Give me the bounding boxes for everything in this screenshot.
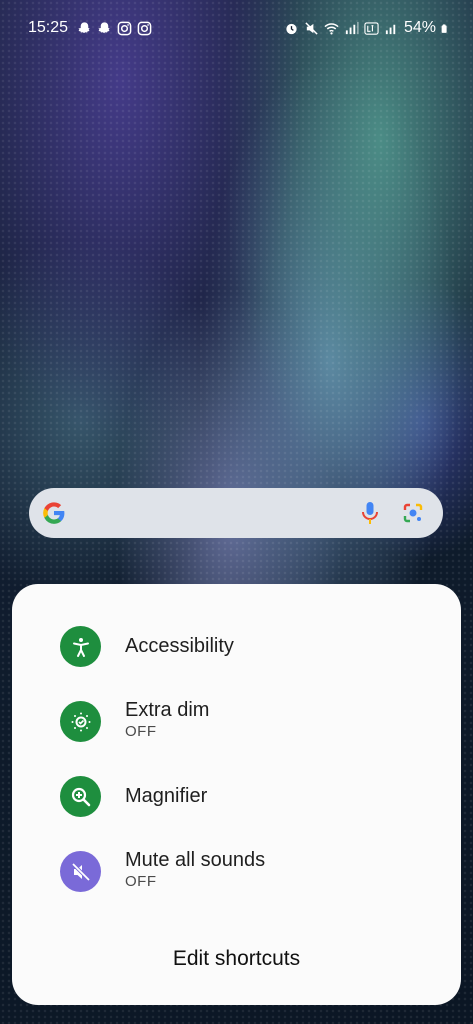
google-search-bar[interactable] bbox=[29, 488, 443, 538]
battery-icon bbox=[441, 23, 447, 33]
shortcut-title: Mute all sounds bbox=[125, 849, 266, 871]
microphone-icon[interactable] bbox=[359, 500, 381, 526]
mute-all-sounds-icon bbox=[60, 851, 101, 892]
shortcut-status: OFF bbox=[125, 723, 157, 740]
shortcut-title: Extra dim bbox=[125, 699, 210, 721]
accessibility-icon bbox=[60, 626, 101, 667]
snapchat-icon bbox=[78, 21, 90, 33]
shortcut-magnifier-text: Magnifier bbox=[125, 784, 207, 808]
snapchat-icon bbox=[98, 21, 110, 33]
shortcut-accessibility-text: Accessibility bbox=[125, 634, 234, 658]
wifi-icon bbox=[324, 22, 339, 34]
battery-percent: 54% bbox=[403, 19, 436, 36]
shortcut-accessibility[interactable]: Accessibility bbox=[12, 620, 461, 672]
status-left: 15:25 bbox=[28, 19, 152, 37]
shortcut-extra-dim[interactable]: Extra dim OFF bbox=[12, 694, 461, 750]
status-bar: 15:25 54% bbox=[0, 0, 473, 56]
volte-lte2-icon bbox=[364, 21, 379, 35]
shortcut-status: OFF bbox=[125, 873, 157, 890]
status-time: 15:25 bbox=[28, 19, 69, 36]
extra-dim-icon bbox=[60, 701, 101, 742]
google-lens-icon[interactable] bbox=[401, 501, 425, 525]
magnifier-icon bbox=[60, 776, 101, 817]
instagram-icon bbox=[117, 21, 132, 35]
accessibility-shortcuts-sheet: Accessibility Extra dim OFF Magnifier Mu… bbox=[12, 584, 461, 1005]
edit-shortcuts-button[interactable]: Edit shortcuts bbox=[12, 947, 461, 971]
status-right: 54% bbox=[284, 19, 451, 37]
signal-icon bbox=[345, 21, 359, 34]
instagram-icon bbox=[137, 21, 152, 35]
shortcut-title: Magnifier bbox=[125, 785, 208, 807]
google-logo-icon bbox=[43, 502, 65, 524]
mute-icon bbox=[305, 21, 318, 35]
shortcut-mute-all-sounds-text: Mute all sounds OFF bbox=[125, 848, 265, 892]
shortcut-title: Accessibility bbox=[125, 635, 234, 657]
signal-icon bbox=[385, 24, 396, 34]
alarm-icon bbox=[286, 23, 297, 34]
shortcut-extra-dim-text: Extra dim OFF bbox=[125, 698, 209, 742]
shortcut-mute-all-sounds[interactable]: Mute all sounds OFF bbox=[12, 844, 461, 900]
shortcut-magnifier[interactable]: Magnifier bbox=[12, 770, 461, 822]
